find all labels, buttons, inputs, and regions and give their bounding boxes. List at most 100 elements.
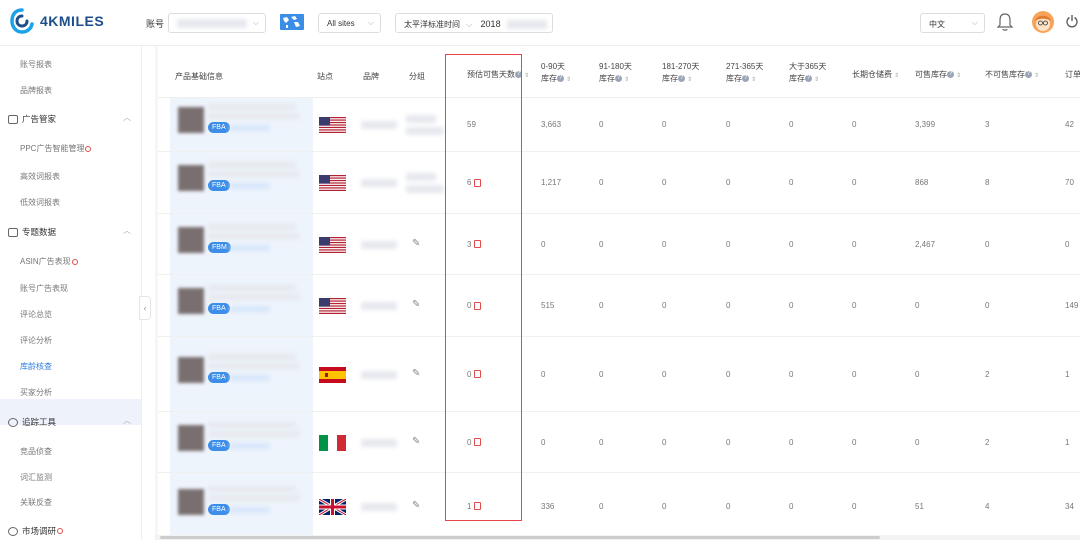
- sidebar-item-inventory-age[interactable]: 库龄核查: [20, 361, 52, 372]
- timezone-date-select[interactable]: 太平洋标准时间 ⌵ 2018: [395, 13, 553, 33]
- col-label: 库存: [789, 74, 805, 83]
- sidebar-item-reverse-lookup[interactable]: 关联反查: [20, 497, 52, 508]
- sort-icon[interactable]: ⇕: [624, 77, 629, 83]
- product-asin-redacted[interactable]: [230, 506, 270, 513]
- sidebar-item-review-analysis[interactable]: 评论分析: [20, 335, 52, 346]
- brand-name: 4KMILES: [40, 13, 105, 29]
- scrollbar-thumb[interactable]: [160, 536, 880, 539]
- product-asin-redacted[interactable]: [230, 374, 270, 381]
- edit-group-icon[interactable]: ✎: [412, 500, 420, 511]
- sidebar-item-account-ads[interactable]: 账号广告表现: [20, 283, 68, 294]
- sort-icon[interactable]: ⇕: [894, 73, 899, 79]
- cell-unsellable: 4: [985, 501, 990, 511]
- product-title-redacted[interactable]: [208, 162, 296, 168]
- sidebar-item-ppc[interactable]: PPC广告智能管理: [20, 143, 92, 154]
- brand-redacted: [361, 370, 397, 379]
- world-map-icon[interactable]: [280, 14, 304, 30]
- help-icon[interactable]: ?: [615, 75, 622, 83]
- edit-group-icon[interactable]: ✎: [412, 238, 420, 249]
- sort-icon[interactable]: ⇕: [814, 77, 819, 83]
- flag-gb-icon: [318, 497, 347, 516]
- help-icon[interactable]: ?: [947, 71, 954, 79]
- cell-sellable: 0: [915, 301, 920, 310]
- col-sellable[interactable]: 可售库存? ⇕: [915, 69, 961, 82]
- product-title-redacted[interactable]: [208, 353, 296, 360]
- edit-group-icon[interactable]: ✎: [412, 368, 420, 379]
- product-thumbnail[interactable]: [178, 165, 204, 191]
- sidebar-group-ad-manager[interactable]: 广告管家 ︿: [8, 113, 131, 125]
- product-asin-redacted[interactable]: [230, 244, 270, 251]
- product-thumbnail[interactable]: [178, 424, 204, 451]
- sidebar-item-asin-ads[interactable]: ASIN广告表现: [20, 256, 78, 267]
- brand-redacted: [361, 121, 397, 129]
- edit-group-icon[interactable]: ✎: [412, 299, 420, 310]
- avatar[interactable]: [1032, 11, 1054, 33]
- col-unsellable[interactable]: 不可售库存? ⇕: [985, 69, 1039, 82]
- power-icon[interactable]: [1066, 14, 1078, 28]
- product-asin-redacted[interactable]: [230, 125, 270, 131]
- sidebar-item-low-efficiency[interactable]: 低效词报表: [20, 197, 60, 208]
- sidebar-item-competitor[interactable]: 竞品侦查: [20, 446, 52, 457]
- col-age-0-90[interactable]: 0-90天 库存? ⇕: [541, 61, 571, 86]
- col-age-91-180[interactable]: 91-180天 库存? ⇕: [599, 61, 632, 86]
- product-thumbnail[interactable]: [178, 356, 204, 383]
- product-title-redacted[interactable]: [208, 421, 296, 428]
- help-icon[interactable]: ?: [805, 75, 812, 83]
- cell-sellable: 0: [915, 369, 920, 379]
- account-select[interactable]: ⌵: [168, 13, 266, 33]
- help-icon[interactable]: ?: [557, 75, 564, 83]
- col-label: 可售库存: [915, 70, 947, 79]
- help-icon[interactable]: ?: [678, 75, 685, 83]
- sort-icon[interactable]: ⇕: [524, 73, 529, 79]
- help-icon[interactable]: ?: [1025, 71, 1032, 79]
- sort-icon[interactable]: ⇕: [566, 77, 571, 83]
- sort-icon[interactable]: ⇕: [751, 77, 756, 83]
- chevron-down-icon: ⌵: [466, 20, 473, 29]
- chevron-up-icon: ︿: [123, 226, 131, 235]
- sort-icon[interactable]: ⇕: [687, 77, 692, 83]
- sidebar-item-brand-report[interactable]: 品牌报表: [20, 85, 52, 96]
- product-title-redacted[interactable]: [208, 285, 296, 291]
- sidebar-group-topic-data[interactable]: 专题数据 ︿: [8, 226, 131, 238]
- product-title-redacted[interactable]: [208, 485, 296, 492]
- bell-icon[interactable]: [996, 12, 1014, 32]
- group-redacted: [406, 173, 436, 181]
- sidebar-item-keyword-monitor[interactable]: 词汇监测: [20, 472, 52, 483]
- product-thumbnail[interactable]: [178, 288, 204, 314]
- product-asin-redacted[interactable]: [230, 183, 270, 189]
- product-thumbnail[interactable]: [178, 107, 204, 133]
- col-long-term-fee[interactable]: 长期仓储费 ⇕: [852, 69, 899, 82]
- col-age-271-365[interactable]: 271-365天 库存? ⇕: [726, 61, 763, 86]
- help-icon[interactable]: ?: [742, 75, 749, 83]
- sidebar-group-market[interactable]: 市场调研: [8, 525, 64, 537]
- product-title-redacted[interactable]: [208, 104, 296, 110]
- cell-d0: 0: [541, 239, 546, 249]
- horizontal-scrollbar[interactable]: [155, 535, 1080, 540]
- cell-d271: 0: [726, 120, 731, 129]
- sidebar-group-tracking[interactable]: 追踪工具 ︿: [8, 416, 131, 428]
- product-thumbnail[interactable]: [178, 226, 204, 253]
- sort-icon[interactable]: ⇕: [956, 73, 961, 79]
- inventory-age-table: 产品基础信息 站点 品牌 分组 预估可售天数? ⇕ 0-90天 库存? ⇕ 91-18…: [158, 46, 1080, 540]
- fulfillment-tag: FBA: [208, 371, 230, 383]
- sidebar-item-buyer-analysis[interactable]: 买家分析: [20, 387, 52, 398]
- col-age-181-270[interactable]: 181-270天 库存? ⇕: [662, 61, 699, 86]
- product-title-redacted[interactable]: [208, 223, 296, 230]
- sites-select[interactable]: All sites ⌵: [318, 13, 381, 33]
- product-thumbnail[interactable]: [178, 488, 204, 515]
- sidebar-item-account-report[interactable]: 账号报表: [20, 59, 52, 70]
- product-asin-redacted[interactable]: [230, 442, 270, 449]
- product-title-redacted: [208, 113, 300, 119]
- logo[interactable]: 4KMILES: [10, 8, 104, 34]
- sort-icon[interactable]: ⇕: [1034, 73, 1039, 79]
- col-age-365-plus[interactable]: 大于365天 库存? ⇕: [789, 61, 826, 86]
- sidebar-collapse-button[interactable]: ‹: [139, 296, 151, 320]
- chevron-down-icon: ⌵: [971, 18, 978, 27]
- cell-order: 0: [1065, 239, 1070, 249]
- language-select[interactable]: 中文 ⌵: [920, 13, 985, 33]
- product-asin-redacted[interactable]: [230, 306, 270, 312]
- sidebar-item-high-efficiency[interactable]: 高效词报表: [20, 171, 60, 182]
- top-bar: 4KMILES 账号 ⌵ All sites ⌵ 太平洋标准时间 ⌵ 2018 …: [0, 0, 1080, 46]
- sidebar-item-review-overview[interactable]: 评论总览: [20, 309, 52, 320]
- edit-group-icon[interactable]: ✎: [412, 436, 420, 447]
